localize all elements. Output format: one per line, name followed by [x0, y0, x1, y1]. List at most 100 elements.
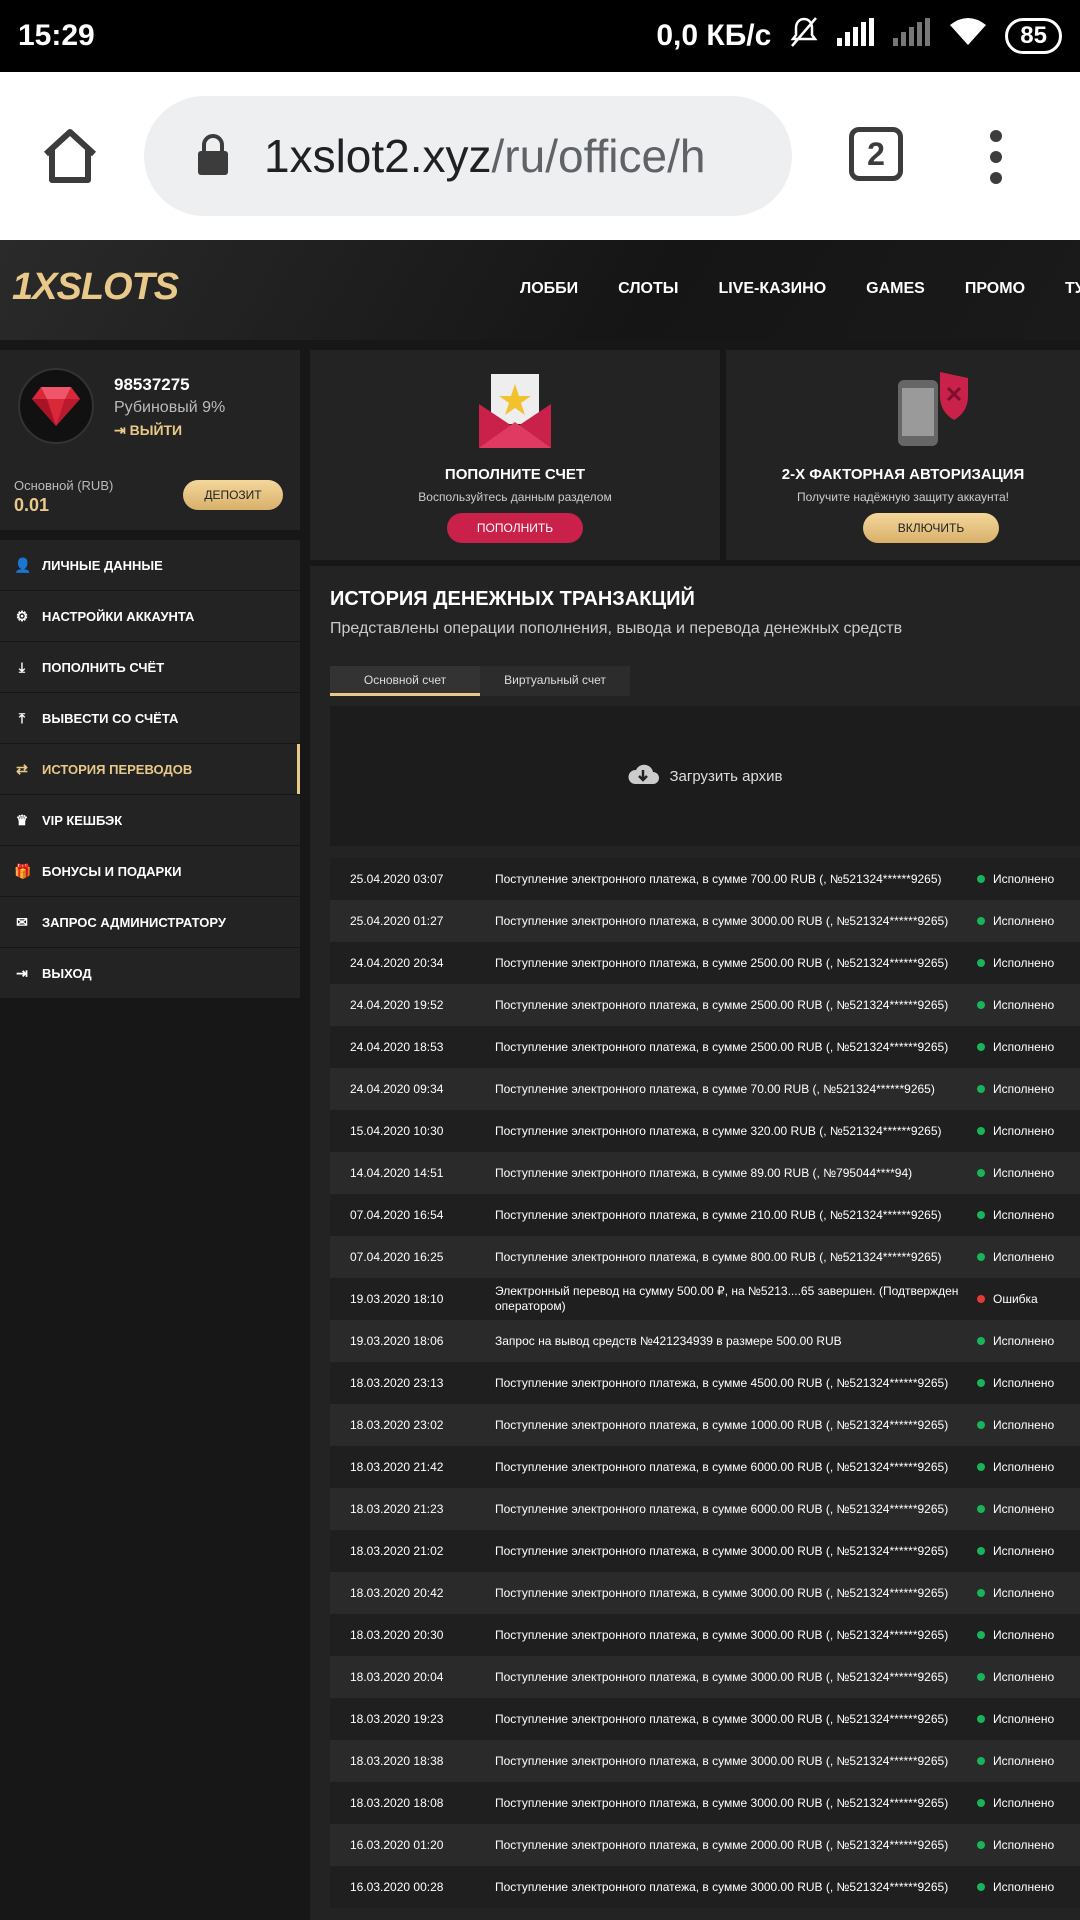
- nav-slots[interactable]: СЛОТЫ: [618, 280, 678, 298]
- transaction-description: Поступление электронного платежа, в сумм…: [495, 1417, 949, 1432]
- table-row: 16.03.2020 01:20 Поступление электронного…: [330, 1824, 1080, 1866]
- transaction-date: 19.03.2020 18:10: [350, 1292, 444, 1306]
- nav-tournaments[interactable]: ТУРНИ: [1065, 280, 1080, 298]
- menu-item-label: ЛИЧНЫЕ ДАННЫЕ: [42, 557, 163, 573]
- url-bar[interactable]: 1xslot2.xyz/ru/office/h: [144, 96, 792, 216]
- replenish-button[interactable]: ПОПОЛНИТЬ: [447, 513, 583, 543]
- envelope-star-icon: [475, 370, 555, 455]
- status-text: Исполнено: [993, 1754, 1055, 1768]
- status-dot-icon: [977, 1127, 985, 1135]
- browser-toolbar: 1xslot2.xyz/ru/office/h 2: [0, 72, 1080, 240]
- transaction-description: Поступление электронного платежа, в сумм…: [495, 1039, 949, 1054]
- status-badge: Исполнено: [973, 1376, 1054, 1390]
- status-badge: Исполнено: [973, 1124, 1054, 1138]
- status-badge: Исполнено: [973, 1586, 1054, 1600]
- transaction-description: Поступление электронного платежа, в сумм…: [495, 1879, 949, 1894]
- phone-shield-icon: [896, 370, 972, 455]
- table-row: 24.04.2020 20:34 Поступление электронного…: [330, 942, 1080, 984]
- transaction-date: 18.03.2020 19:23: [350, 1712, 444, 1726]
- status-badge: Исполнено: [973, 1712, 1054, 1726]
- status-badge: Исполнено: [973, 1628, 1054, 1642]
- transaction-date: 07.04.2020 16:54: [350, 1208, 444, 1222]
- tab-switcher-button[interactable]: 2: [849, 127, 903, 181]
- enable-2fa-button[interactable]: ВКЛЮЧИТЬ: [863, 513, 999, 543]
- account-sidebar: 98537275 Рубиновый 9% ⇥ ВЫЙТИ Основной (…: [0, 350, 300, 1920]
- tab-main-account[interactable]: Основной счет: [330, 666, 480, 696]
- envelope-icon: ✉: [16, 913, 28, 930]
- two-factor-card-subtitle: Получите надёжную защиту аккаунта!: [796, 490, 1009, 504]
- logout-link[interactable]: ⇥ ВЫЙТИ: [114, 422, 182, 439]
- site-logo[interactable]: 1XSLOTS: [12, 266, 179, 309]
- menu-item-withdraw[interactable]: ⤒ ВЫВЕСТИ СО СЧЁТА: [0, 693, 300, 743]
- transaction-date: 24.04.2020 20:34: [350, 956, 444, 970]
- nav-promo[interactable]: ПРОМО: [965, 280, 1025, 298]
- menu-item-account-settings[interactable]: ⚙ НАСТРОЙКИ АККАУНТА: [0, 591, 300, 641]
- transaction-description: Поступление электронного платежа, в сумм…: [495, 997, 949, 1012]
- status-dot-icon: [977, 1589, 985, 1597]
- transactions-table: 25.04.2020 03:07 Поступление электронного…: [330, 858, 1080, 1908]
- wifi-icon: [949, 17, 987, 55]
- page-title: ИСТОРИЯ ДЕНЕЖНЫХ ТРАНЗАКЦИЙ: [330, 588, 695, 610]
- deposit-card: ПОПОЛНИТЕ СЧЕТ Воспользуйтесь данным раз…: [310, 350, 720, 560]
- deposit-button[interactable]: ДЕПОЗИТ: [183, 480, 283, 510]
- table-row: 16.03.2020 00:28 Поступление электронного…: [330, 1866, 1080, 1908]
- main-nav: ЛОББИ СЛОТЫ LIVE-КАЗИНО GAMES ПРОМО ТУРН…: [520, 280, 1080, 298]
- status-badge: Исполнено: [973, 1418, 1054, 1432]
- status-dot-icon: [977, 1421, 985, 1429]
- table-row: 18.03.2020 21:02 Поступление электронного…: [330, 1530, 1080, 1572]
- status-text: Исполнено: [993, 1628, 1055, 1642]
- nav-games[interactable]: GAMES: [866, 280, 925, 298]
- table-row: 15.04.2020 10:30 Поступление электронного…: [330, 1110, 1080, 1152]
- table-row: 18.03.2020 20:30 Поступление электронного…: [330, 1614, 1080, 1656]
- download-archive-button[interactable]: Загрузить архив: [330, 706, 1080, 846]
- page-subtitle: Представлены операции пополнения, вывода…: [330, 620, 903, 637]
- transaction-date: 19.03.2020 18:06: [350, 1334, 444, 1348]
- menu-item-vip-cashback[interactable]: ♛ VIP КЕШБЭК: [0, 795, 300, 845]
- transaction-history-panel: ИСТОРИЯ ДЕНЕЖНЫХ ТРАНЗАКЦИЙ Представлены…: [310, 566, 1080, 1920]
- nav-lobby[interactable]: ЛОББИ: [520, 280, 578, 298]
- cogs-icon: ⚙: [15, 607, 29, 624]
- user-plus-icon: 👤: [14, 556, 32, 573]
- status-text: Исполнено: [993, 872, 1055, 886]
- transaction-description: Поступление электронного платежа, в сумм…: [495, 1585, 949, 1600]
- table-row: 24.04.2020 19:52 Поступление электронного…: [330, 984, 1080, 1026]
- sign-out-icon: ⇥: [114, 422, 130, 438]
- status-badge: Исполнено: [973, 998, 1054, 1012]
- nav-live-casino[interactable]: LIVE-КАЗИНО: [718, 280, 826, 298]
- status-dot-icon: [977, 1211, 985, 1219]
- menu-item-label: ВЫВЕСТИ СО СЧЁТА: [42, 710, 179, 726]
- table-row: 25.04.2020 03:07 Поступление электронного…: [330, 858, 1080, 900]
- mute-bell-icon: [789, 16, 819, 56]
- table-row: 25.04.2020 01:27 Поступление электронного…: [330, 900, 1080, 942]
- status-dot-icon: [977, 959, 985, 967]
- menu-item-exit[interactable]: ⇥ ВЫХОД: [0, 948, 300, 998]
- tab-virtual-account[interactable]: Виртуальный счет: [480, 666, 630, 696]
- menu-item-transfer-history[interactable]: ⇄ ИСТОРИЯ ПЕРЕВОДОВ: [0, 744, 300, 794]
- transaction-description: Поступление электронного платежа, в сумм…: [495, 1795, 949, 1810]
- menu-item-label: ЗАПРОС АДМИНИСТРАТОРУ: [42, 914, 226, 930]
- status-text: Исполнено: [993, 1040, 1055, 1054]
- menu-item-admin-request[interactable]: ✉ ЗАПРОС АДМИНИСТРАТОРУ: [0, 897, 300, 947]
- table-row: 18.03.2020 20:04 Поступление электронного…: [330, 1656, 1080, 1698]
- status-badge: Исполнено: [973, 1544, 1054, 1558]
- menu-item-personal-data[interactable]: 👤 ЛИЧНЫЕ ДАННЫЕ: [0, 540, 300, 590]
- transaction-date: 25.04.2020 03:07: [350, 872, 444, 886]
- table-row: 18.03.2020 23:02 Поступление электронного…: [330, 1404, 1080, 1446]
- status-badge: Исполнено: [973, 956, 1054, 970]
- url-path: /ru/office/h: [491, 130, 706, 182]
- status-dot-icon: [977, 1505, 985, 1513]
- status-badge: Ошибка: [973, 1292, 1038, 1306]
- menu-item-label: ИСТОРИЯ ПЕРЕВОДОВ: [42, 761, 193, 777]
- status-badge: Исполнено: [973, 1082, 1054, 1096]
- transaction-description: Поступление электронного платежа, в сумм…: [495, 1081, 935, 1096]
- sign-out-icon: ⇥: [16, 964, 28, 981]
- menu-item-label: БОНУСЫ И ПОДАРКИ: [42, 863, 182, 879]
- menu-item-bonuses[interactable]: 🎁 БОНУСЫ И ПОДАРКИ: [0, 846, 300, 896]
- status-text: Исполнено: [993, 1250, 1055, 1264]
- home-icon[interactable]: [40, 126, 100, 191]
- menu-item-deposit[interactable]: ⤓ ПОПОЛНИТЬ СЧЁТ: [0, 642, 300, 692]
- status-badge: Исполнено: [973, 914, 1054, 928]
- overflow-menu-icon[interactable]: [986, 130, 1006, 193]
- status-dot-icon: [977, 1547, 985, 1555]
- status-dot-icon: [977, 917, 985, 925]
